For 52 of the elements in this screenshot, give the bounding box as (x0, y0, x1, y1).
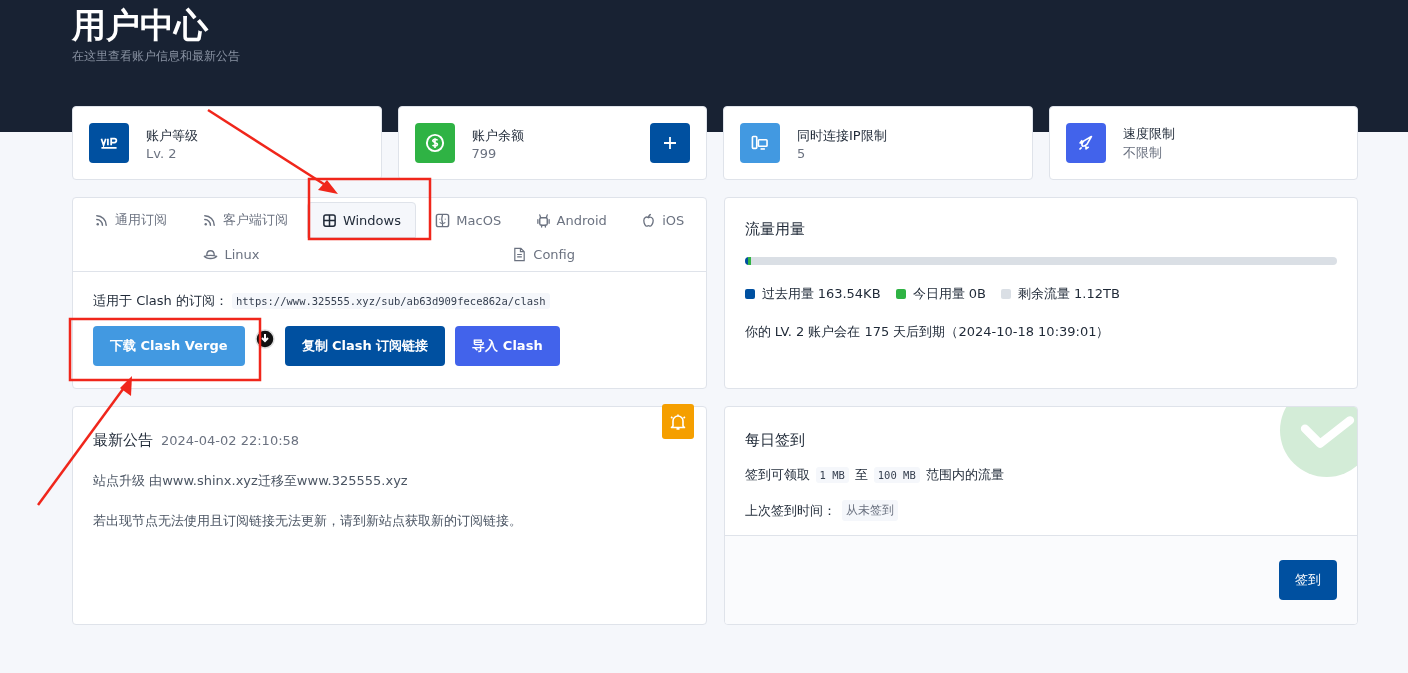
legend-label: 剩余流量 1.12TB (1017, 285, 1120, 303)
action-button[interactable]: 下载 Clash Verge (93, 326, 245, 366)
stat-value: 5 (797, 145, 807, 161)
last-checkin-label: 上次签到时间： (744, 501, 836, 520)
platform-tab[interactable]: 通用订阅 (79, 202, 183, 238)
rss-icon (94, 212, 110, 228)
url-label: 适用于 Clash 的订阅： (93, 292, 228, 310)
platform-tab[interactable]: Linux (188, 238, 275, 271)
last-checkin-value: 从未签到 (841, 500, 898, 521)
action-button[interactable]: 导入 Clash (455, 326, 560, 366)
expiry-text: 你的 LV. 2 账户会在 175 天后到期（2024-10-18 10:39:01） (744, 323, 1111, 341)
announcement-text: 站点升级 由www.shinx.xyz迁移至www.325555.xyz (93, 472, 409, 490)
page-subtitle: 在这里查看账户信息和最新公告 (72, 48, 241, 65)
stat-label: 账户等级 (146, 126, 199, 145)
announcement-text: 若出现节点无法使用且订阅链接无法更新，请到新站点获取新的订阅链接。 (93, 512, 523, 530)
card-title: 最新公告 (93, 431, 153, 450)
file-icon (512, 247, 528, 262)
download-icon (254, 329, 275, 349)
hat-icon (203, 247, 219, 262)
stat-value: 799 (471, 145, 498, 161)
stat-value: 不限制 (1122, 144, 1163, 162)
rss-icon (201, 212, 217, 228)
legend-label: 过去用量 163.54KB (761, 285, 881, 303)
legend-label: 今日用量 0B (912, 285, 986, 303)
page-title: 用户中心 (72, 4, 210, 46)
finder-face-icon (435, 212, 451, 228)
action-button[interactable]: 复制 Clash 订阅链接 (284, 326, 446, 366)
max-amount: 100 MB (873, 467, 920, 483)
checkin-label: 范围内的流量 (925, 466, 1004, 484)
plus-icon (662, 135, 678, 151)
checkin-label: 至 (854, 466, 868, 484)
stat-value: Lv. 2 (146, 145, 178, 161)
stat-label: 速度限制 (1122, 125, 1176, 143)
subscription-url: https://www.325555.xyz/sub/ab63d909fece862a/clash (231, 293, 550, 309)
card-title: 每日签到 (744, 431, 806, 450)
checkin-label: 签到可领取 (744, 466, 810, 484)
platform-tab[interactable]: Config (497, 238, 591, 271)
min-amount: 1 MB (815, 467, 849, 483)
platform-tab[interactable]: Windows (306, 202, 416, 238)
stat-label: 账户余额 (471, 126, 525, 145)
stat-label: 同时连接IP限制 (797, 126, 888, 145)
checkin-button[interactable]: 签到 (1279, 560, 1337, 600)
platform-tab[interactable]: MacOS (420, 202, 517, 238)
platform-tab[interactable]: iOS (626, 202, 700, 238)
add-button[interactable] (650, 123, 690, 163)
card-title: 流量用量 (744, 220, 806, 239)
android-icon (535, 212, 551, 228)
windows-icon (321, 212, 337, 228)
apple-icon (641, 212, 657, 228)
platform-tab[interactable]: Android (520, 202, 622, 238)
platform-tab[interactable]: 客户端订阅 (186, 202, 303, 238)
announcement-date: 2024-04-02 22:10:58 (161, 433, 300, 448)
